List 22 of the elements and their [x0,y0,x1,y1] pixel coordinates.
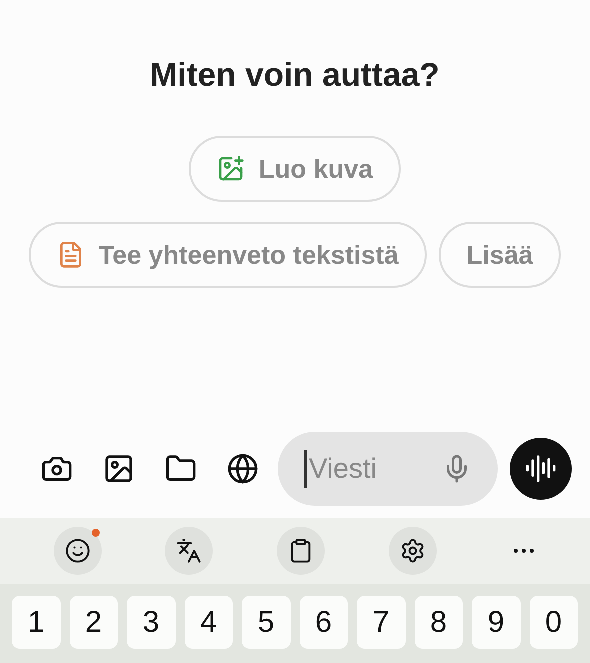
globe-icon [227,453,259,485]
translate-icon [176,538,202,564]
key[interactable]: 1 [12,596,60,649]
image-icon [103,453,135,485]
key[interactable]: 4 [184,596,233,649]
key[interactable]: 9 [472,596,520,649]
key[interactable]: 3 [127,596,176,649]
key[interactable]: 0 [530,596,578,649]
message-input[interactable]: Viesti [307,452,442,486]
settings-icon [400,538,426,564]
key[interactable]: 6 [300,596,348,649]
smiley-button[interactable] [54,527,102,575]
key[interactable]: 5 [242,596,290,649]
key[interactable]: 7 [357,596,406,649]
key[interactable]: 2 [70,596,118,649]
message-field[interactable]: Viesti [278,432,498,506]
sound-wave-icon [525,453,557,485]
key[interactable]: 8 [414,596,463,649]
smiley-icon [64,538,91,564]
image-icon [216,155,245,183]
more-icon [514,549,534,553]
heading: Miten voin auttaa? [149,56,441,94]
